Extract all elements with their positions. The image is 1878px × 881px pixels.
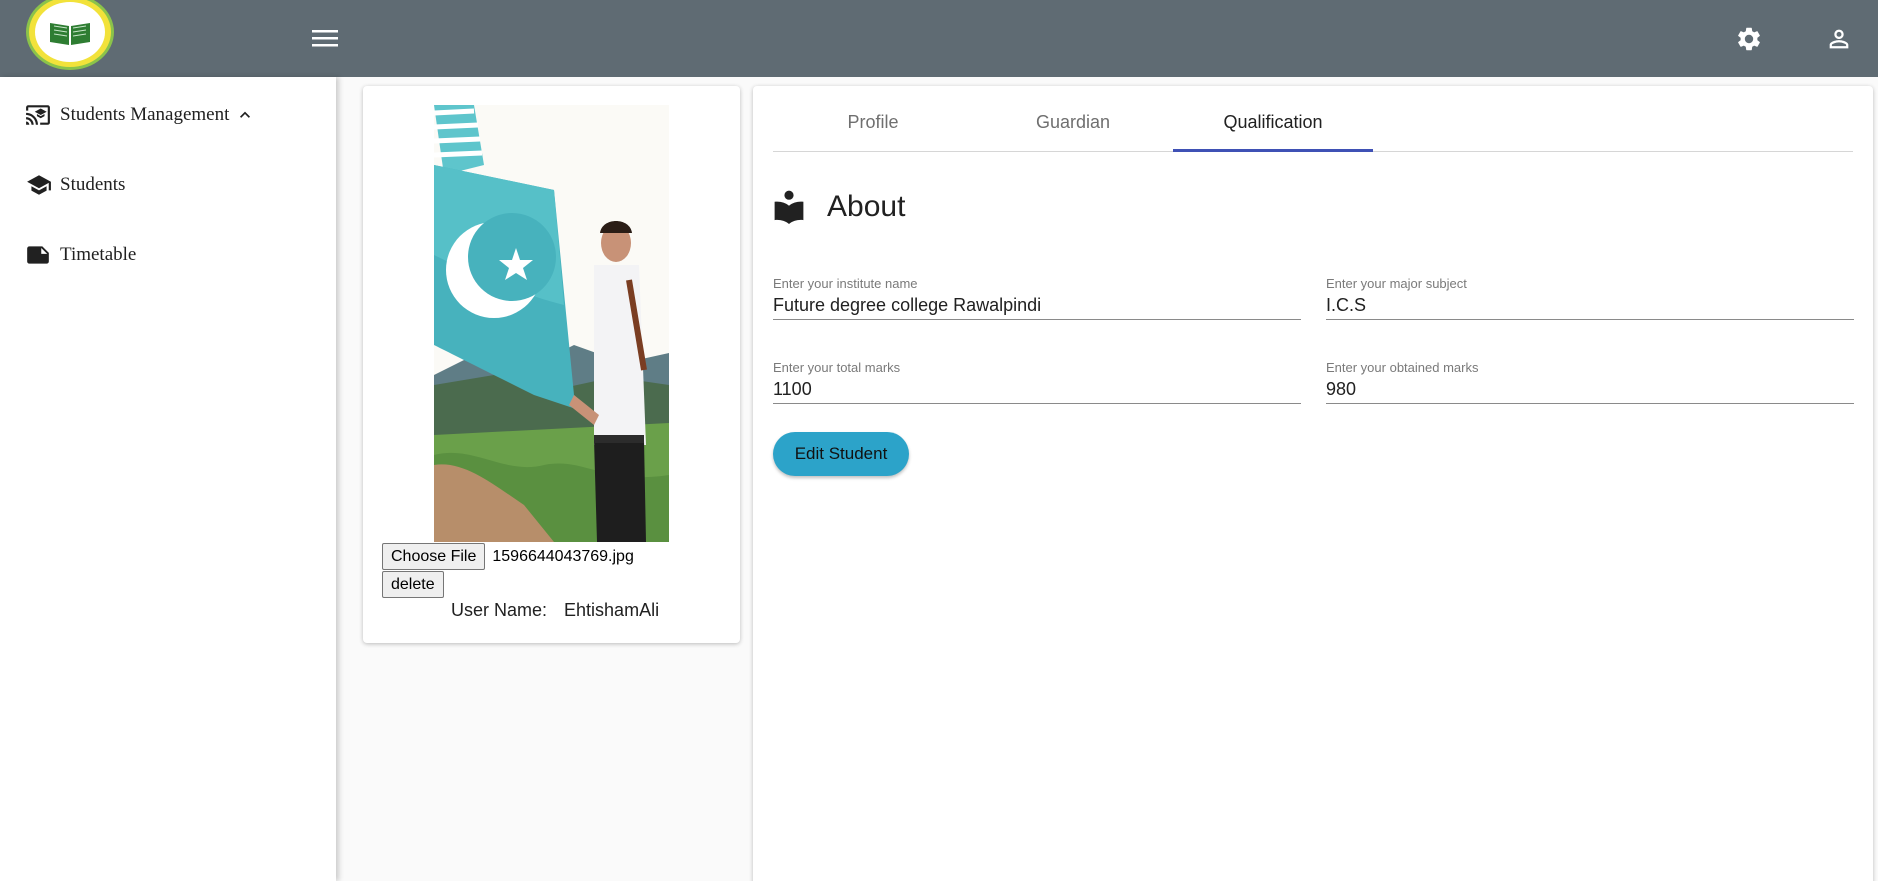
- sidebar-item-students-management[interactable]: Students Management: [24, 98, 255, 132]
- profile-card: Choose File 1596644043769.jpg delete Use…: [363, 86, 740, 643]
- tab-qualification[interactable]: Qualification: [1173, 110, 1373, 152]
- book-reader-icon: [774, 190, 804, 224]
- file-upload-row: Choose File 1596644043769.jpg: [382, 543, 634, 570]
- account-icon: [1829, 29, 1849, 49]
- total-marks-input[interactable]: [773, 376, 1301, 402]
- section-header: About: [773, 190, 905, 224]
- institute-label: Enter your institute name: [773, 276, 918, 291]
- user-name-value: EhtishamAli: [564, 600, 660, 620]
- menu-button[interactable]: [309, 25, 341, 51]
- sidebar-item-label: Timetable: [60, 244, 137, 265]
- choose-file-button[interactable]: Choose File: [382, 543, 486, 570]
- top-app-bar: [0, 0, 1878, 77]
- book-icon: [50, 23, 90, 45]
- sidebar: Students Management Students Timetable: [0, 77, 336, 881]
- sidebar-item-timetable[interactable]: Timetable: [24, 238, 136, 272]
- major-field: Enter your major subject: [1326, 276, 1854, 320]
- menu-icon: [312, 30, 338, 47]
- institute-field: Enter your institute name: [773, 276, 1301, 320]
- settings-button[interactable]: [1732, 22, 1766, 56]
- details-card: Profile Guardian Qualification About Ent…: [753, 86, 1873, 881]
- chevron-up-icon[interactable]: [235, 105, 255, 125]
- file-name: 1596644043769.jpg: [492, 547, 634, 565]
- delete-row: delete: [382, 571, 444, 598]
- sidebar-item-label: Students Management: [60, 104, 230, 125]
- gear-icon: [1738, 27, 1760, 51]
- profile-photo: [434, 105, 669, 542]
- school-logo-icon[interactable]: [26, 0, 114, 70]
- major-input[interactable]: [1326, 292, 1854, 318]
- total-marks-label: Enter your total marks: [773, 360, 901, 375]
- tab-profile[interactable]: Profile: [773, 110, 973, 152]
- institute-input[interactable]: [773, 292, 1301, 318]
- tab-label: Profile: [847, 112, 899, 132]
- sidebar-item-label: Students: [60, 174, 126, 195]
- user-name-label: User Name:: [451, 600, 548, 620]
- total-marks-field: Enter your total marks: [773, 360, 1301, 404]
- note-icon: [24, 239, 56, 271]
- graduation-cap-icon: [24, 169, 56, 201]
- sidebar-item-students[interactable]: Students: [24, 168, 125, 202]
- tab-label: Guardian: [1035, 112, 1111, 132]
- tab-bar: Profile Guardian Qualification: [773, 110, 1853, 152]
- cast-for-education-icon: [24, 99, 56, 131]
- obtained-marks-label: Enter your obtained marks: [1326, 360, 1479, 375]
- obtained-marks-field: Enter your obtained marks: [1326, 360, 1854, 404]
- tab-guardian[interactable]: Guardian: [973, 110, 1173, 152]
- edit-student-button[interactable]: Edit Student: [773, 432, 909, 476]
- delete-button[interactable]: delete: [382, 571, 444, 598]
- user-name-row: User Name: EhtishamAli: [451, 600, 659, 621]
- major-label: Enter your major subject: [1326, 276, 1467, 291]
- section-title: About: [827, 190, 906, 223]
- tab-label: Qualification: [1223, 112, 1323, 132]
- logo-inner: [35, 2, 105, 62]
- account-button[interactable]: [1822, 22, 1856, 56]
- obtained-marks-input[interactable]: [1326, 376, 1854, 402]
